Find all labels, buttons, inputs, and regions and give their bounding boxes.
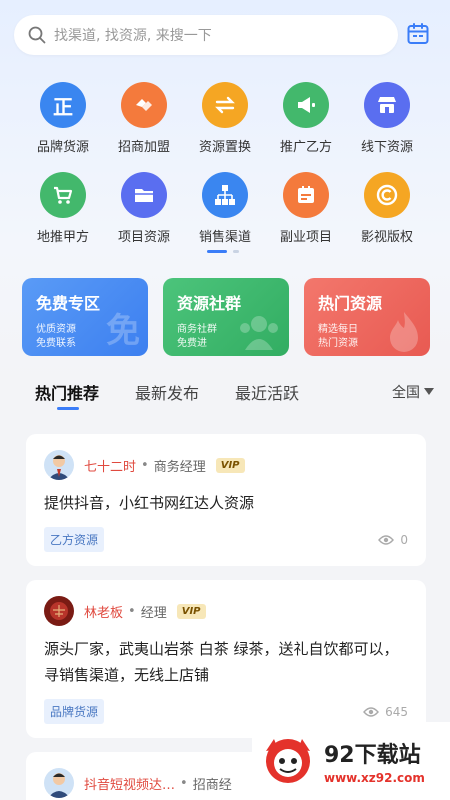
page-indicator [207, 250, 239, 253]
search-icon [28, 26, 46, 44]
active-tab-indicator [57, 407, 79, 410]
tab-recently-active[interactable]: 最近活跃 [235, 380, 299, 404]
promo-resource-community[interactable]: 资源社群 商务社群 免费进 [163, 278, 289, 356]
copyright-icon [364, 172, 410, 218]
store-icon [364, 82, 410, 128]
eye-icon [363, 706, 380, 717]
post-content: 源头厂家，武夷山岩茶 白茶 绿茶，送礼自饮都可以，寻销售渠道，无线上店铺 [44, 640, 399, 684]
org-chart-icon [202, 172, 248, 218]
avatar[interactable] [44, 450, 74, 480]
feed-tabs: 热门推荐 最新发布 最近活跃 全国 [0, 380, 450, 414]
post-content: 提供抖音，小红书网红达人资源 [44, 494, 255, 512]
category-tag[interactable]: 品牌货源 [44, 699, 105, 724]
post-author[interactable]: 七十二时 [84, 456, 136, 475]
category-sales-channel[interactable]: 销售渠道 [184, 172, 266, 245]
category-promotion-partner[interactable]: 推广乙方 [265, 82, 347, 155]
category-project-resources[interactable]: 项目资源 [103, 172, 185, 245]
folder-icon [121, 172, 167, 218]
tab-hot-recommend[interactable]: 热门推荐 [35, 380, 99, 404]
search-placeholder: 找渠道, 找资源, 来搜一下 [54, 28, 212, 44]
eye-icon [378, 534, 395, 545]
category-franchise[interactable]: 招商加盟 [103, 82, 185, 155]
free-watermark: 免 [106, 311, 140, 351]
category-offline-resources[interactable]: 线下资源 [346, 82, 428, 155]
tab-latest[interactable]: 最新发布 [135, 380, 199, 404]
calendar-task-icon [283, 172, 329, 218]
watermark-logo [266, 739, 310, 783]
post-author[interactable]: 林老板 [84, 602, 123, 621]
calendar-icon [407, 23, 429, 44]
caret-down-icon [424, 388, 434, 395]
view-count: 0 [378, 533, 408, 547]
post-card[interactable]: 七十二时 • 商务经理 VIP 提供抖音，小红书网红达人资源 乙方资源 0 [26, 434, 426, 566]
cart-icon [40, 172, 86, 218]
avatar[interactable] [44, 768, 74, 798]
megaphone-icon [283, 82, 329, 128]
page-dot-active [207, 250, 227, 253]
zheng-badge-icon: 正 [40, 82, 86, 128]
category-resource-exchange[interactable]: 资源置换 [184, 82, 266, 155]
author-role: 招商经 [192, 777, 232, 793]
author-role: 经理 [140, 605, 167, 621]
promo-hot-resources[interactable]: 热门资源 精选每日 热门资源 [304, 278, 430, 356]
post-author[interactable]: 抖音短视频达… [84, 774, 175, 793]
region-selector[interactable]: 全国 [392, 382, 434, 402]
watermark-brand: 92下载站 [324, 743, 421, 768]
page-dot [233, 250, 239, 253]
exchange-arrows-icon [202, 82, 248, 128]
vip-badge: VIP [215, 457, 245, 473]
category-brand-supply[interactable]: 正 品牌货源 [22, 82, 104, 155]
category-side-projects[interactable]: 副业项目 [265, 172, 347, 245]
vip-badge: VIP [176, 603, 206, 619]
calendar-button[interactable] [404, 20, 432, 48]
category-tag[interactable]: 乙方资源 [44, 527, 105, 552]
category-ground-promotion[interactable]: 地推甲方 [22, 172, 104, 245]
promo-free-zone[interactable]: 免费专区 优质资源 免费联系 免 [22, 278, 148, 356]
handshake-icon [121, 82, 167, 128]
site-watermark: 92下载站 www.xz92.com [252, 722, 450, 800]
search-bar[interactable]: 找渠道, 找资源, 来搜一下 [14, 15, 398, 55]
avatar[interactable] [44, 596, 74, 626]
post-card[interactable]: 林老板 • 经理 VIP 源头厂家，武夷山岩茶 白茶 绿茶，送礼自饮都可以，寻销… [26, 580, 426, 738]
author-role: 商务经理 [153, 459, 206, 475]
watermark-url: www.xz92.com [324, 771, 425, 785]
flame-icon [390, 312, 418, 352]
people-icon [240, 316, 278, 350]
category-film-copyright[interactable]: 影视版权 [346, 172, 428, 245]
view-count: 645 [363, 705, 408, 719]
